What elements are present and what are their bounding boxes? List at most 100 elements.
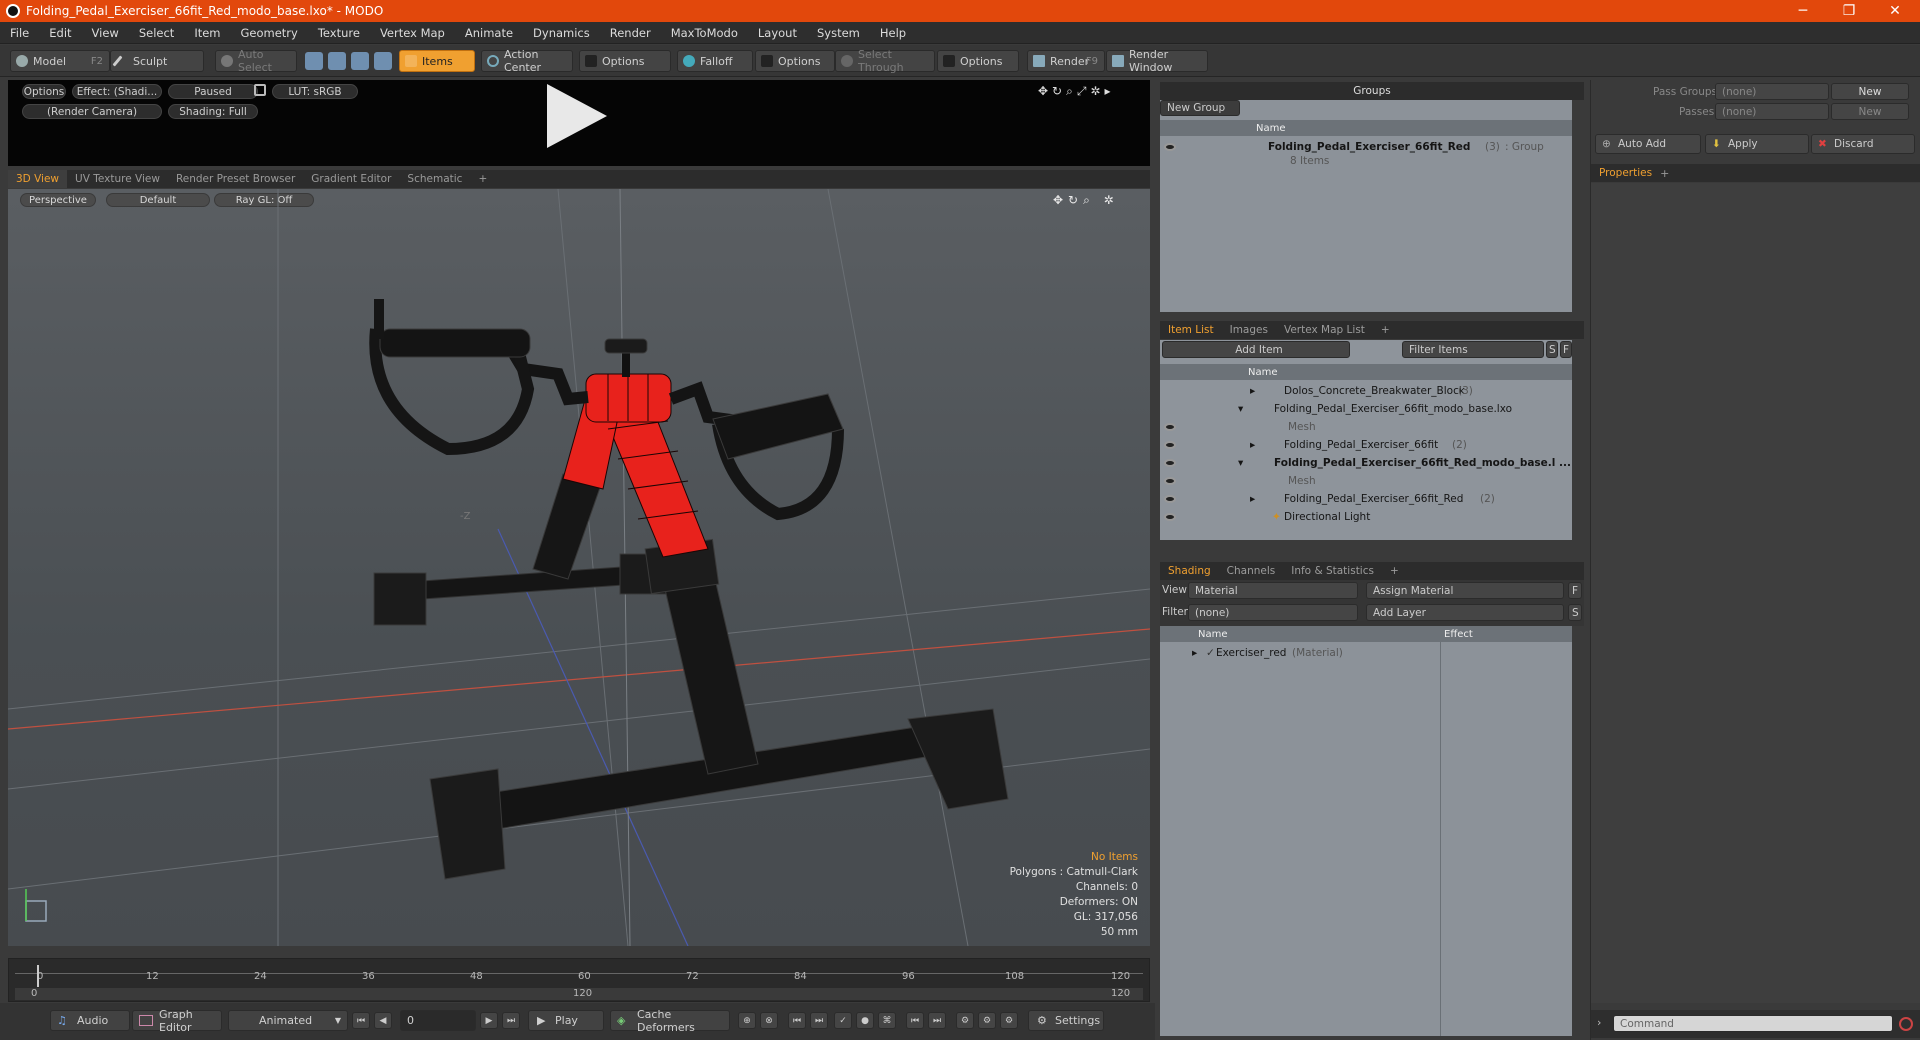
collapse-arrow-icon[interactable]: ▾ [1238, 457, 1243, 469]
preview-lut-dropdown[interactable]: LUT: sRGB [272, 84, 358, 99]
list-item[interactable]: ▾ Folding_Pedal_Exerciser_66fit_Red_modo_… [1160, 454, 1572, 472]
step-forward-icon[interactable]: ▶ [480, 1012, 498, 1029]
play-icon[interactable] [547, 84, 607, 148]
falloff-options-button[interactable]: Options [755, 50, 835, 72]
add-tab-button[interactable]: + [1373, 321, 1398, 339]
expand-arrow-icon[interactable]: ▸ [1250, 385, 1255, 397]
keyframe-icon[interactable]: ⌘ [878, 1012, 896, 1029]
new-pass-group-button[interactable]: New [1831, 83, 1909, 100]
lock-icon[interactable] [254, 84, 266, 96]
new-pass-button[interactable]: New [1831, 103, 1909, 120]
menu-edit[interactable]: Edit [39, 26, 81, 40]
items-mode-button[interactable]: Items [399, 50, 475, 72]
record-icon[interactable]: ● [856, 1012, 874, 1029]
graph-editor-button[interactable]: Graph Editor [132, 1008, 222, 1034]
settings-button[interactable]: ⚙ Settings [1028, 1010, 1104, 1031]
prev-key-icon[interactable]: ⏮ [788, 1012, 806, 1029]
expand-arrow-icon[interactable]: ▸ [1192, 647, 1197, 659]
menu-system[interactable]: System [807, 26, 870, 40]
model-mode-button[interactable]: Model F2 [10, 50, 110, 72]
maximize-button[interactable]: ❐ [1826, 0, 1872, 22]
select-through-button[interactable]: Select Through [835, 48, 935, 74]
polygons-mode-icon[interactable] [351, 52, 369, 70]
list-item[interactable]: ▸ Dolos_Concrete_Breakwater_Block (3) [1160, 382, 1572, 400]
go-to-start-icon[interactable]: ⏮ [352, 1012, 370, 1029]
menu-select[interactable]: Select [129, 26, 184, 40]
cache-deformers-button[interactable]: ◈ Cache Deformers [610, 1008, 730, 1034]
menu-view[interactable]: View [82, 26, 129, 40]
tab-images[interactable]: Images [1222, 321, 1276, 339]
add-layer-dropdown[interactable]: Add Layer [1366, 604, 1564, 621]
tool-b-icon[interactable]: ⚙ [978, 1012, 996, 1029]
audio-button[interactable]: ♫ Audio [50, 1010, 130, 1031]
tab-schematic[interactable]: Schematic [399, 170, 470, 188]
select-options-button[interactable]: Options [937, 50, 1019, 72]
render-window-button[interactable]: Render Window [1106, 48, 1208, 74]
tab-vertex-map-list[interactable]: Vertex Map List [1276, 321, 1373, 339]
s-toggle[interactable]: S [1568, 604, 1582, 621]
menu-vertex-map[interactable]: Vertex Map [370, 26, 455, 40]
add-item-dropdown[interactable]: Add Item [1162, 341, 1350, 358]
tab-properties[interactable]: Properties [1591, 167, 1660, 179]
visibility-eye-icon[interactable] [1164, 495, 1176, 503]
play-button[interactable]: ▶ Play [528, 1010, 604, 1031]
menu-item[interactable]: Item [184, 26, 230, 40]
frame-input[interactable]: 0 [400, 1010, 476, 1031]
go-to-end-icon[interactable]: ⏭ [502, 1012, 520, 1029]
visibility-eye-icon[interactable] [1164, 459, 1176, 467]
vertices-mode-icon[interactable] [305, 52, 323, 70]
preview-camera-dropdown[interactable]: (Render Camera) [22, 104, 162, 119]
tool-a-icon[interactable]: ⚙ [956, 1012, 974, 1029]
apply-button[interactable]: ⬇ Apply [1705, 134, 1809, 154]
preview-shading-dropdown[interactable]: Shading: Full [168, 104, 258, 119]
menu-dynamics[interactable]: Dynamics [523, 26, 600, 40]
command-input[interactable]: Command [1613, 1015, 1893, 1032]
next-frame-icon[interactable]: ⏭ [928, 1012, 946, 1029]
menu-render[interactable]: Render [600, 26, 661, 40]
timeline-playhead[interactable] [37, 965, 39, 987]
timeline[interactable]: 0 12 24 36 48 60 72 84 96 108 120 0 120 … [8, 958, 1150, 1002]
visibility-eye-icon[interactable] [1164, 513, 1176, 521]
key-all-icon[interactable]: ⊗ [760, 1012, 778, 1029]
view-dropdown[interactable]: Material [1188, 582, 1358, 599]
preview-effect-dropdown[interactable]: Effect: (Shadi... [72, 84, 162, 99]
action-center-button[interactable]: Action Center [481, 48, 573, 74]
tab-3d-view[interactable]: 3D View [8, 170, 68, 188]
shader-row[interactable]: ▸ ✓ Exerciser_red (Material) [1160, 644, 1572, 662]
expand-arrow-icon[interactable]: ▸ [1250, 493, 1255, 505]
render-button[interactable]: Render F9 [1027, 50, 1105, 72]
list-item[interactable]: ✦ Directional Light [1160, 508, 1572, 526]
preview-paused-toggle[interactable]: Paused [168, 84, 258, 99]
menu-texture[interactable]: Texture [308, 26, 370, 40]
materials-mode-icon[interactable] [374, 52, 392, 70]
tab-channels[interactable]: Channels [1219, 562, 1284, 580]
menu-layout[interactable]: Layout [748, 26, 807, 40]
pass-groups-dropdown[interactable]: (none) [1715, 83, 1829, 100]
close-button[interactable]: ✕ [1872, 0, 1918, 22]
prev-frame-icon[interactable]: ⏮ [906, 1012, 924, 1029]
sculpt-mode-button[interactable]: Sculpt [110, 50, 204, 72]
tab-render-preset-browser[interactable]: Render Preset Browser [168, 170, 303, 188]
auto-add-button[interactable]: ⊕ Auto Add [1595, 134, 1701, 154]
assign-material-button[interactable]: Assign Material [1366, 582, 1564, 599]
discard-button[interactable]: ✖ Discard [1811, 134, 1915, 154]
edges-mode-icon[interactable] [328, 52, 346, 70]
s-toggle[interactable]: S [1546, 341, 1558, 358]
collapse-arrow-icon[interactable]: ▾ [1238, 403, 1243, 415]
list-item[interactable]: ▸ Folding_Pedal_Exerciser_66fit (2) [1160, 436, 1572, 454]
step-back-icon[interactable]: ◀ [374, 1012, 392, 1029]
new-group-button[interactable]: New Group [1160, 100, 1240, 116]
preview-options-button[interactable]: Options [22, 84, 66, 99]
filter-items-input[interactable]: Filter Items [1402, 341, 1544, 358]
f-toggle[interactable]: F [1568, 582, 1582, 599]
minimize-button[interactable]: ─ [1780, 0, 1826, 22]
menu-geometry[interactable]: Geometry [231, 26, 308, 40]
visibility-eye-icon[interactable] [1164, 441, 1176, 449]
auto-select-button[interactable]: Auto Select [215, 48, 297, 74]
menu-maxtomodo[interactable]: MaxToModo [661, 26, 748, 40]
next-key-icon[interactable]: ⏭ [810, 1012, 828, 1029]
add-tab-button[interactable]: + [1382, 562, 1407, 580]
expand-arrow-icon[interactable]: ▸ [1250, 439, 1255, 451]
f-toggle[interactable]: F [1560, 341, 1572, 358]
animated-dropdown[interactable]: Animated ▼ [228, 1010, 348, 1031]
